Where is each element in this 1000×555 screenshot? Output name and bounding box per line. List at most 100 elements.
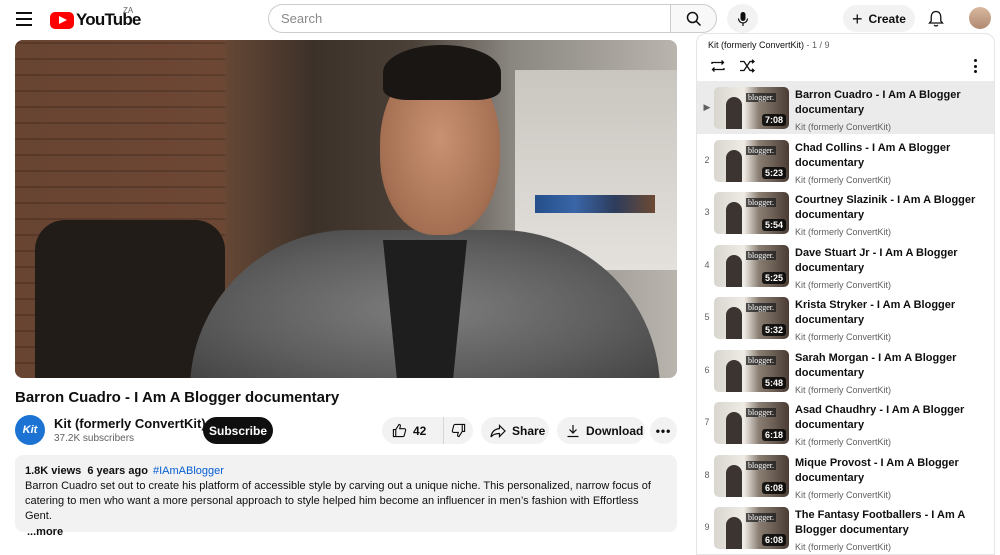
playlist-item[interactable]: 7 blogger. 6:18 Asad Chaudhry - I Am A Blog… (697, 396, 994, 449)
shuffle-icon[interactable] (739, 59, 755, 73)
playlist-item-index: 7 (704, 417, 710, 427)
playlist-item-index: 4 (704, 259, 710, 270)
playlist-item-thumbnail[interactable]: blogger. 5:23 (714, 139, 789, 182)
channel-name[interactable]: Kit (formerly ConvertKit) (54, 416, 206, 431)
playlist-item-thumbnail[interactable]: blogger. 6:18 (714, 402, 789, 444)
share-icon (490, 423, 506, 438)
playlist-position: - 1 / 9 (804, 40, 830, 50)
thumbnail-blogger-tag: blogger. (746, 303, 776, 312)
thumbnail-blogger-tag: blogger. (746, 355, 776, 365)
playlist-item-thumbnail[interactable]: blogger. 6:08 (714, 454, 789, 497)
playlist-item-title[interactable]: Barron Cuadro - I Am A Blogger documenta… (795, 88, 985, 118)
playlist-item-channel: Kit (formerly ConvertKit) (795, 122, 892, 132)
user-avatar[interactable] (969, 7, 991, 29)
playlist-item-title[interactable]: Dave Stuart Jr - I Am A Blogger document… (795, 246, 985, 276)
thumbnail-blogger-tag: blogger. (746, 198, 776, 207)
view-count-date: 1.8K views 6 years ago (25, 465, 148, 477)
microphone-icon (737, 11, 748, 26)
description-box[interactable]: 1.8K views 6 years ago #IAmABlogger Barr… (15, 455, 677, 538)
video-duration: 7:08 (761, 114, 786, 126)
thumbnail-person (726, 149, 742, 182)
video-frame-books (535, 195, 655, 213)
loop-icon[interactable] (709, 59, 727, 73)
playlist-item-index: 3 (704, 207, 710, 217)
show-more-link[interactable]: ...more (25, 525, 667, 540)
video-duration: 5:25 (761, 271, 786, 284)
more-actions-button[interactable]: ••• (650, 417, 677, 444)
thumbnail-blogger-tag: blogger. (746, 513, 776, 522)
create-button[interactable]: + Create (843, 5, 915, 32)
playlist-header: Kit (formerly ConvertKit) - 1 / 9 (708, 40, 830, 50)
video-title: Barron Cuadro - I Am A Blogger documenta… (15, 389, 340, 406)
video-duration: 6:08 (761, 481, 786, 494)
playlist-item-thumbnail[interactable]: blogger. 5:25 (714, 244, 789, 287)
playlist-item-title[interactable]: The Fantasy Footballers - I Am A Blogger… (795, 508, 985, 538)
video-duration: 5:23 (761, 166, 786, 179)
download-button[interactable]: Download (557, 417, 645, 444)
search-placeholder: Search (281, 11, 323, 26)
playlist-item-index: 5 (704, 312, 710, 322)
playlist-item-index: 2 (704, 154, 710, 165)
playlist-item[interactable]: 6 blogger. 5:48 Sarah Morgan - I Am A Blogg… (697, 344, 994, 397)
notifications-bell-icon[interactable] (928, 10, 944, 28)
playlist-menu-icon[interactable] (974, 59, 978, 73)
playlist-item[interactable]: 4 blogger. 5:25 Dave Stuart Jr - I Am A Blo… (697, 239, 994, 292)
video-player[interactable] (15, 40, 677, 378)
thumbnail-person (726, 464, 742, 497)
playlist-item[interactable]: 3 blogger. 5:54 Courtney Slazinik - I Am A … (697, 186, 994, 239)
thumbnail-blogger-tag: blogger. (746, 408, 776, 417)
playlist-item[interactable]: 8 blogger. 6:08 Mique Provost - I Am A Blog… (697, 449, 994, 502)
playlist-item-title[interactable]: Asad Chaudhry - I Am A Blogger documenta… (795, 403, 985, 433)
playlist-item-title[interactable]: Mique Provost - I Am A Blogger documenta… (795, 456, 985, 486)
hamburger-menu-icon[interactable] (14, 9, 34, 29)
playlist-item-title[interactable]: Courtney Slazinik - I Am A Blogger docum… (795, 193, 985, 223)
playlist-item-channel: Kit (formerly ConvertKit) (795, 489, 892, 500)
playlist-item[interactable]: ▶ blogger. 7:08 Barron Cuadro - I Am A Blog… (697, 81, 994, 134)
playlist-item-thumbnail[interactable]: blogger. 5:54 (714, 192, 789, 234)
playlist-items: ▶ blogger. 7:08 Barron Cuadro - I Am A Blog… (697, 81, 994, 554)
playlist-item-title[interactable]: Chad Collins - I Am A Blogger documentar… (795, 141, 985, 171)
playlist-item-thumbnail[interactable]: blogger. 7:08 (714, 87, 789, 129)
video-duration: 6:08 (761, 534, 786, 546)
playlist-item-thumbnail[interactable]: blogger. 5:48 (714, 349, 789, 392)
playlist-item[interactable]: 2 blogger. 5:23 Chad Collins - I Am A Blogg… (697, 134, 994, 187)
thumbnail-person (726, 517, 742, 549)
search-input[interactable]: Search (268, 4, 670, 33)
playlist-panel: Kit (formerly ConvertKit) - 1 / 9 ▶ blogg… (696, 33, 995, 555)
video-duration: 5:48 (761, 376, 786, 389)
playlist-item-channel: Kit (formerly ConvertKit) (795, 174, 892, 185)
voice-search-button[interactable] (727, 4, 758, 33)
playlist-item-index: 9 (704, 522, 710, 532)
like-button[interactable]: 42 (382, 417, 444, 444)
thumbnail-person (726, 202, 742, 234)
thumbnail-person (726, 359, 742, 392)
like-dislike-group: 42 (382, 417, 473, 444)
share-label: Share (512, 423, 546, 438)
playlist-item-thumbnail[interactable]: blogger. 6:08 (714, 507, 789, 549)
like-count: 42 (413, 423, 427, 438)
subscribe-button[interactable]: Subscribe (203, 417, 273, 444)
thumbnail-blogger-tag: blogger. (746, 93, 776, 102)
thumbnail-person (726, 307, 742, 339)
playlist-item-title[interactable]: Sarah Morgan - I Am A Blogger documentar… (795, 351, 985, 381)
playlist-item-index: 8 (704, 469, 710, 480)
playlist-item-index: ▶ (703, 102, 711, 112)
video-frame-person-hair (383, 45, 501, 100)
playlist-item-channel: Kit (formerly ConvertKit) (795, 332, 892, 342)
dislike-button[interactable] (444, 417, 473, 444)
playlist-item-channel: Kit (formerly ConvertKit) (795, 227, 892, 237)
region-code: ZA (123, 6, 134, 15)
playlist-channel[interactable]: Kit (formerly ConvertKit) (708, 40, 804, 50)
download-label: Download (586, 423, 644, 438)
share-button[interactable]: Share (481, 417, 549, 444)
description-text: Barron Cuadro set out to create his plat… (25, 480, 651, 522)
video-duration: 6:18 (761, 429, 786, 441)
playlist-item[interactable]: 9 blogger. 6:08 The Fantasy Footballers - I… (697, 501, 994, 554)
playlist-item-thumbnail[interactable]: blogger. 5:32 (714, 297, 789, 339)
playlist-item[interactable]: 5 blogger. 5:32 Krista Stryker - I Am A Blo… (697, 291, 994, 344)
search-button[interactable] (670, 4, 717, 33)
hashtag-link[interactable]: #IAmABlogger (153, 465, 224, 477)
youtube-play-icon (50, 11, 74, 29)
channel-avatar[interactable]: Kit (15, 415, 45, 445)
playlist-item-title[interactable]: Krista Stryker - I Am A Blogger document… (795, 298, 985, 328)
